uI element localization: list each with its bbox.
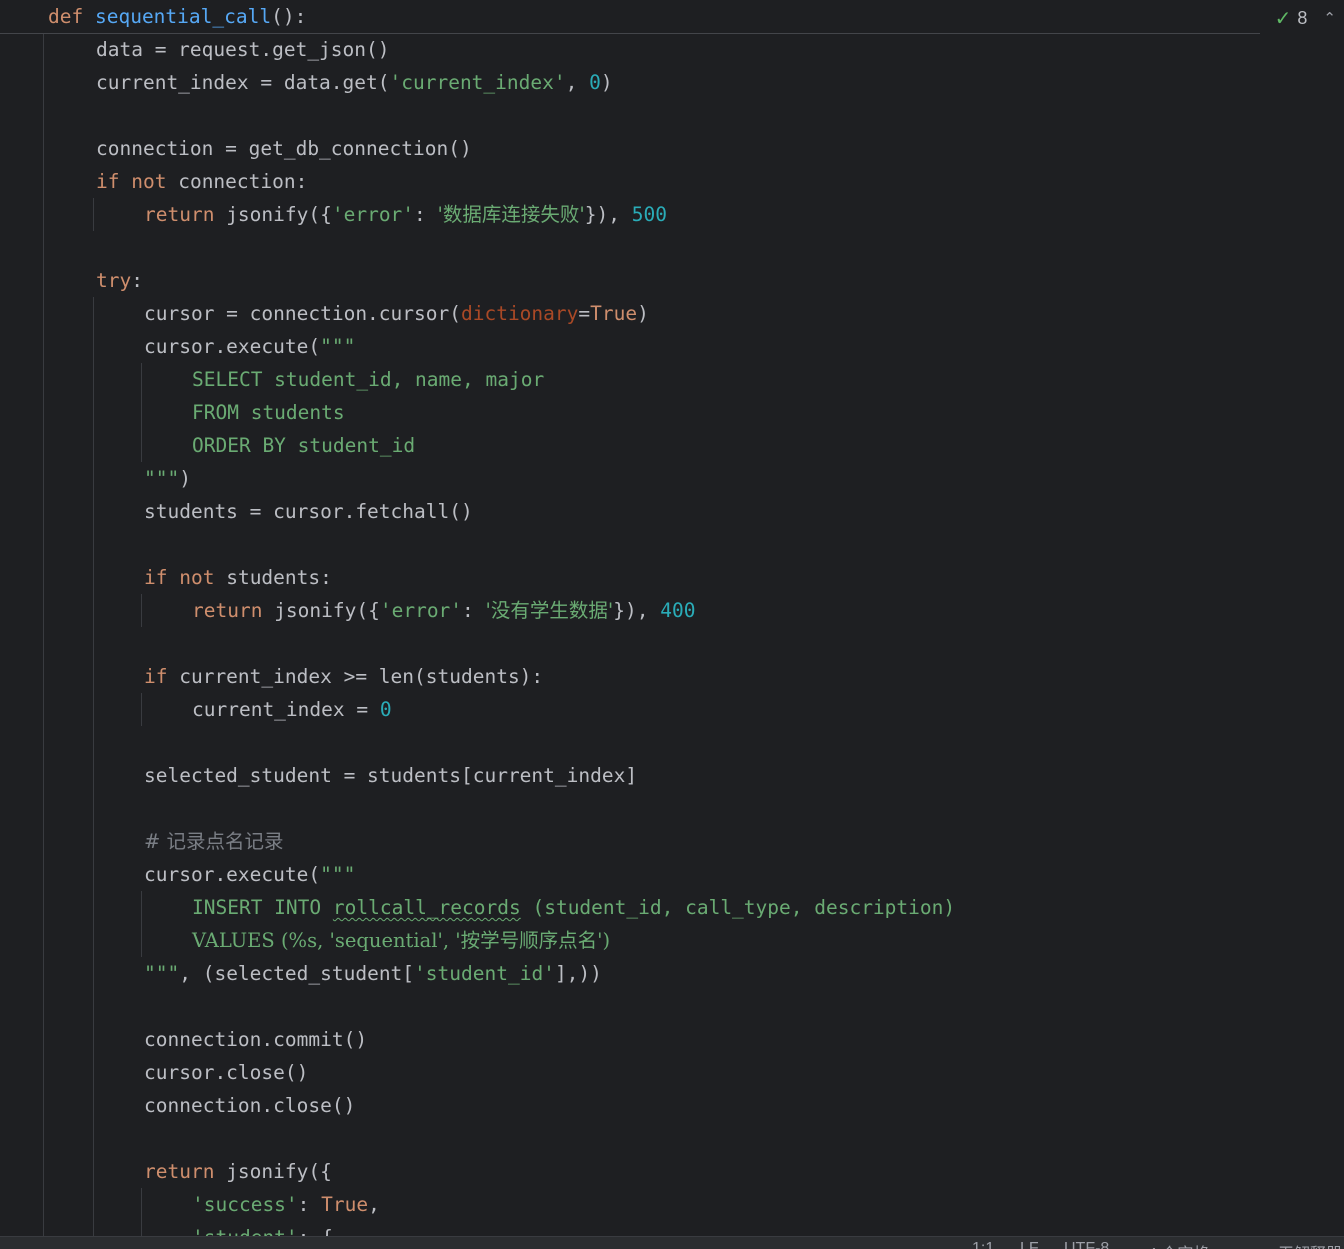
- code-line: return jsonify({'error': '没有学生数据'}), 400: [192, 599, 696, 622]
- code-line-def: def sequential_call():: [48, 5, 307, 28]
- code-line: FROM students: [192, 401, 345, 424]
- code-editor[interactable]: def sequential_call(): ✓ 8 ⌃ data = requ…: [0, 0, 1344, 1236]
- indent-guide: [93, 297, 94, 1236]
- code-line: INSERT INTO rollcall_records (student_id…: [192, 896, 956, 919]
- status-line-separator[interactable]: LF: [1020, 1240, 1039, 1249]
- code-line: selected_student = students[current_inde…: [144, 764, 638, 787]
- code-line: if current_index >= len(students):: [144, 665, 544, 688]
- code-line: """): [144, 467, 191, 490]
- chevron-up-icon[interactable]: ⌃: [1323, 9, 1336, 27]
- function-name[interactable]: sequential_call: [95, 5, 271, 28]
- sticky-function-header[interactable]: def sequential_call():: [0, 0, 1260, 34]
- code-line: current_index = data.get('current_index'…: [96, 71, 613, 94]
- indent-guide: [141, 594, 142, 627]
- code-line: connection.commit(): [144, 1028, 368, 1051]
- code-line: return jsonify({: [144, 1160, 332, 1183]
- code-line: current_index = 0: [192, 698, 392, 721]
- code-line: data = request.get_json(): [96, 38, 390, 61]
- code-line: cursor.execute(""": [144, 335, 356, 358]
- inspection-count: 8: [1297, 7, 1308, 28]
- status-encoding[interactable]: UTF-8: [1064, 1240, 1109, 1249]
- code-line: return jsonify({'error': '数据库连接失败'}), 50…: [144, 203, 667, 226]
- code-line: ORDER BY student_id: [192, 434, 416, 457]
- status-caret-position[interactable]: 1:1: [972, 1240, 994, 1249]
- status-interpreter[interactable]: 无解释器: [1278, 1240, 1342, 1249]
- code-line: 'student': {: [192, 1221, 333, 1236]
- check-icon: ✓: [1274, 7, 1292, 30]
- status-indent[interactable]: 4 个空格: [1148, 1240, 1209, 1249]
- code-line: cursor.execute(""": [144, 863, 356, 886]
- unresolved-table-warning[interactable]: rollcall_records: [333, 896, 521, 919]
- indent-guide: [93, 198, 94, 231]
- code-line: cursor = connection.cursor(dictionary=Tr…: [144, 302, 649, 325]
- code-comment: # 记录点名记录: [144, 830, 284, 853]
- indent-guide: [43, 33, 44, 1236]
- code-line: 'success': True,: [192, 1193, 380, 1216]
- code-line: connection.close(): [144, 1094, 356, 1117]
- indent-guide: [141, 891, 142, 957]
- code-line: cursor.close(): [144, 1061, 309, 1084]
- status-bar: 1:1 LF UTF-8 4 个空格 无解释器: [0, 1236, 1344, 1249]
- indent-guide: [141, 1188, 142, 1236]
- code-line: if not students:: [144, 566, 332, 589]
- code-line: SELECT student_id, name, major: [192, 368, 545, 391]
- code-line: try:: [96, 269, 143, 292]
- code-line: connection = get_db_connection(): [96, 137, 472, 160]
- indent-guide: [141, 693, 142, 726]
- code-line: students = cursor.fetchall(): [144, 500, 473, 523]
- code-line: VALUES (%s, 'sequential', '按学号顺序点名'): [192, 929, 611, 952]
- inspection-widget[interactable]: ✓ 8 ⌃: [1275, 6, 1336, 30]
- code-line: """, (selected_student['student_id'],)): [144, 962, 602, 985]
- indent-guide: [141, 363, 142, 462]
- code-line: if not connection:: [96, 170, 308, 193]
